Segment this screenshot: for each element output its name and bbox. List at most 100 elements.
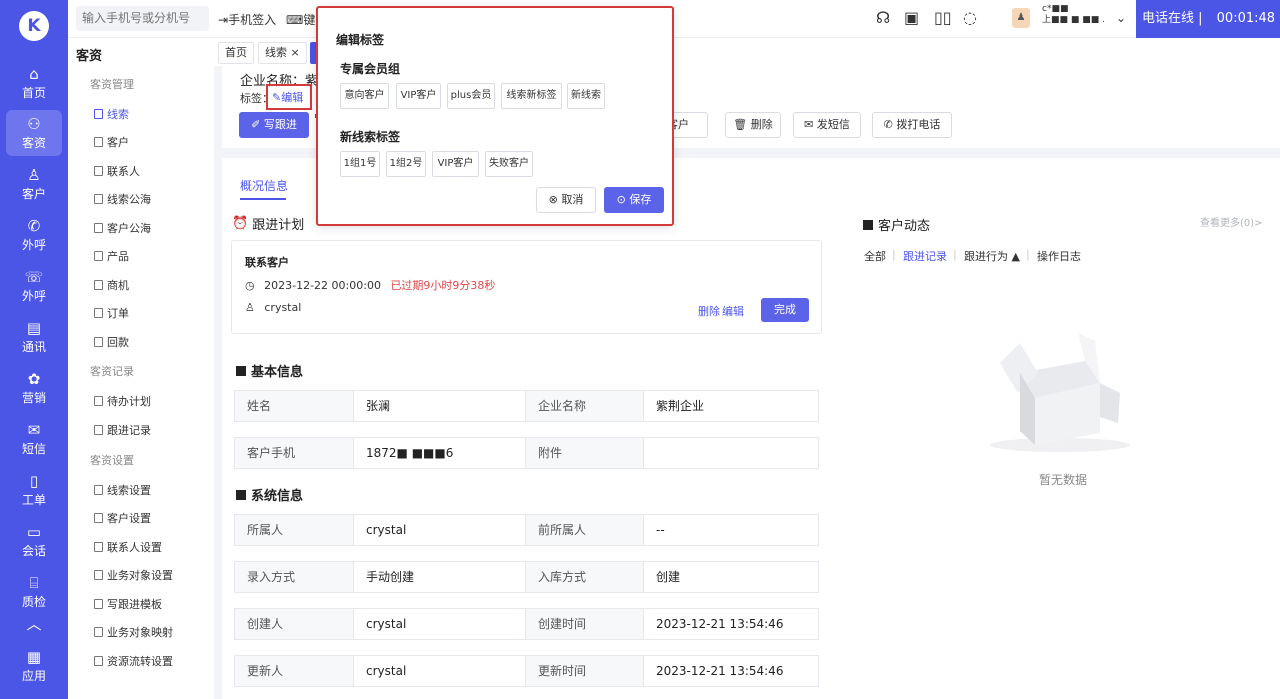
write-followup-button[interactable]: ✐ 写跟进 xyxy=(239,112,309,138)
field-value: 张澜 xyxy=(353,391,525,421)
sidebar-item[interactable]: 商机 xyxy=(94,277,129,293)
sidebar-item[interactable]: 跟进记录 xyxy=(94,422,151,438)
phone-icon: ✆ xyxy=(883,118,893,131)
cancel-button[interactable]: ⊗ 取消 xyxy=(536,187,596,213)
nav-item-3[interactable]: ✆ 外呼 xyxy=(6,212,62,258)
nav-item-7[interactable]: ✉ 短信 xyxy=(6,416,62,462)
inspect-icon: ⌸ xyxy=(29,573,39,592)
document-icon xyxy=(94,513,103,523)
document-icon xyxy=(94,396,103,406)
nav-item-12[interactable]: ▦ 应用 xyxy=(6,643,62,689)
sidebar-item[interactable]: 线索设置 xyxy=(94,482,151,498)
sidebar-item[interactable]: 客户设置 xyxy=(94,510,151,526)
tag-chip[interactable]: 意向客户 xyxy=(340,83,389,109)
nav-item-10[interactable]: ⌸ 质检 xyxy=(6,569,62,615)
nav-item-6[interactable]: ✿ 营销 xyxy=(6,365,62,411)
nav-item-5[interactable]: ▤ 通讯 xyxy=(6,314,62,360)
nav-label: 营销 xyxy=(21,390,46,405)
sidebar-item[interactable]: 联系人 xyxy=(94,163,140,179)
plan-done-button[interactable]: 完成 xyxy=(761,298,809,322)
tab-overview[interactable]: 概况信息 xyxy=(240,177,288,194)
document-icon xyxy=(94,251,103,261)
tab-home[interactable]: 首页 xyxy=(218,42,254,64)
nav-item-2[interactable]: ♙ 客户 xyxy=(6,161,62,207)
overdue-text: 已过期9小时9分38秒 xyxy=(390,279,496,292)
call-button[interactable]: ✆ 拨打电话 xyxy=(872,112,952,138)
tag-group-label: 新线索标签 xyxy=(340,130,401,144)
nav-item-4[interactable]: ☏ 外呼 xyxy=(6,263,62,309)
tag-chip[interactable]: 失败客户 xyxy=(485,151,533,177)
book-icon[interactable]: ▯▯ xyxy=(934,8,952,27)
plan-datetime-row: ◷ 2023-12-22 00:00:00 已过期9小时9分38秒 xyxy=(245,279,496,292)
send-sms-button[interactable]: ✉ 发短信 xyxy=(793,112,861,138)
sidebar-item[interactable]: 业务对象映射 xyxy=(94,624,173,640)
sub-sidebar: 客资 客资管理 线索 客户 联系人 线索公海 客户公海 产品 商机 订单 回款 客资记录 待办计划 跟进… xyxy=(68,38,214,699)
field-value: 紫荆企业 xyxy=(643,391,818,421)
see-more-link[interactable]: 查看更多(0)> xyxy=(1200,214,1263,229)
ticket-icon: ▯ xyxy=(29,471,39,490)
sidebar-item[interactable]: 线索公海 xyxy=(94,191,151,207)
phone-status-bar[interactable]: 电话在线 | 00:01:48 ▼ xyxy=(1136,0,1280,64)
sidebar-item[interactable]: 回款 xyxy=(94,334,129,350)
nav-item-9[interactable]: ▭ 会话 xyxy=(6,518,62,564)
monitor-icon[interactable]: ▣ xyxy=(904,8,919,27)
tag-chip[interactable]: 1组1号 xyxy=(340,151,380,177)
sidebar-group-label: 客资记录 xyxy=(90,365,134,378)
sign-in-button[interactable]: ⇥手机签入 xyxy=(218,11,276,28)
avatar[interactable]: ♟ xyxy=(1012,8,1030,28)
tag-chip[interactable]: 1组2号 xyxy=(386,151,426,177)
field-label: 前所属人 xyxy=(525,515,643,545)
message-icon[interactable]: ◌ xyxy=(963,8,977,27)
headset-icon[interactable]: ☊ xyxy=(876,8,890,27)
clock-icon: ◷ xyxy=(245,279,255,292)
activity-filter[interactable]: 全部 xyxy=(864,248,886,264)
tag-chip[interactable]: 线索新标签 xyxy=(501,83,562,109)
activity-filter[interactable]: 跟进记录 xyxy=(903,248,947,264)
sidebar-item-label: 线索公海 xyxy=(107,193,151,206)
tab-leads[interactable]: 线索 × xyxy=(258,42,307,64)
nav-item-1[interactable]: ⚇ 客资 xyxy=(6,110,62,156)
activity-filter[interactable]: 跟进行为 ▲ xyxy=(964,248,1020,264)
sidebar-item[interactable]: 写跟进模板 xyxy=(94,596,162,612)
tag-chip[interactable]: VIP客户 xyxy=(432,151,479,177)
nav-item-11[interactable]: ︿ xyxy=(6,613,62,637)
nav-item-0[interactable]: ⌂ 首页 xyxy=(6,60,62,106)
sidebar-item[interactable]: 联系人设置 xyxy=(94,539,162,555)
tag-chip[interactable]: 新线索 xyxy=(567,83,605,109)
field-label: 创建人 xyxy=(235,609,353,639)
call-timer: 00:01:48 xyxy=(1216,11,1276,26)
chevron-down-icon[interactable]: ⌄ xyxy=(1116,11,1126,25)
sidebar-item[interactable]: 客户公海 xyxy=(94,220,151,236)
document-icon xyxy=(94,542,103,552)
tag-chip[interactable]: plus会员 xyxy=(447,83,495,109)
nav-label: 客资 xyxy=(21,135,46,150)
sidebar-item[interactable]: 线索 xyxy=(94,106,129,122)
sidebar-item[interactable]: 待办计划 xyxy=(94,393,151,409)
plan-edit-link[interactable]: 编辑 xyxy=(722,303,744,319)
sidebar-item-label: 待办计划 xyxy=(107,395,151,408)
info-row: 姓名 张澜 企业名称 紫荆企业 xyxy=(234,390,819,422)
nav-label: 会话 xyxy=(21,543,46,558)
field-value: 创建 xyxy=(643,562,818,592)
app-logo[interactable]: K xyxy=(19,11,49,41)
nav-label: 客户 xyxy=(21,186,46,201)
activity-filter[interactable]: 操作日志 xyxy=(1037,248,1081,264)
document-icon xyxy=(94,656,103,666)
user-name[interactable]: c*■■ 上■■ ■ ■■ . xyxy=(1042,4,1105,26)
sidebar-title: 客资 xyxy=(76,49,103,64)
sidebar-item-label: 客户公海 xyxy=(107,222,151,235)
search-input[interactable] xyxy=(76,6,209,31)
sidebar-item[interactable]: 客户 xyxy=(94,134,129,150)
plan-delete-link[interactable]: 删除 xyxy=(698,303,720,319)
sidebar-item[interactable]: 业务对象设置 xyxy=(94,567,173,583)
home-icon: ⌂ xyxy=(29,64,39,83)
sidebar-item[interactable]: 资源流转设置 xyxy=(94,653,173,669)
nav-item-8[interactable]: ▯ 工单 xyxy=(6,467,62,513)
contacts-icon: ▤ xyxy=(26,318,42,337)
sidebar-item[interactable]: 产品 xyxy=(94,248,129,264)
sidebar-item[interactable]: 订单 xyxy=(94,305,129,321)
delete-button[interactable]: 🗑 删除 xyxy=(725,112,781,138)
field-value: crystal xyxy=(353,609,525,639)
tag-chip[interactable]: VIP客户 xyxy=(396,83,441,109)
save-button[interactable]: ⊙ 保存 xyxy=(604,187,664,213)
